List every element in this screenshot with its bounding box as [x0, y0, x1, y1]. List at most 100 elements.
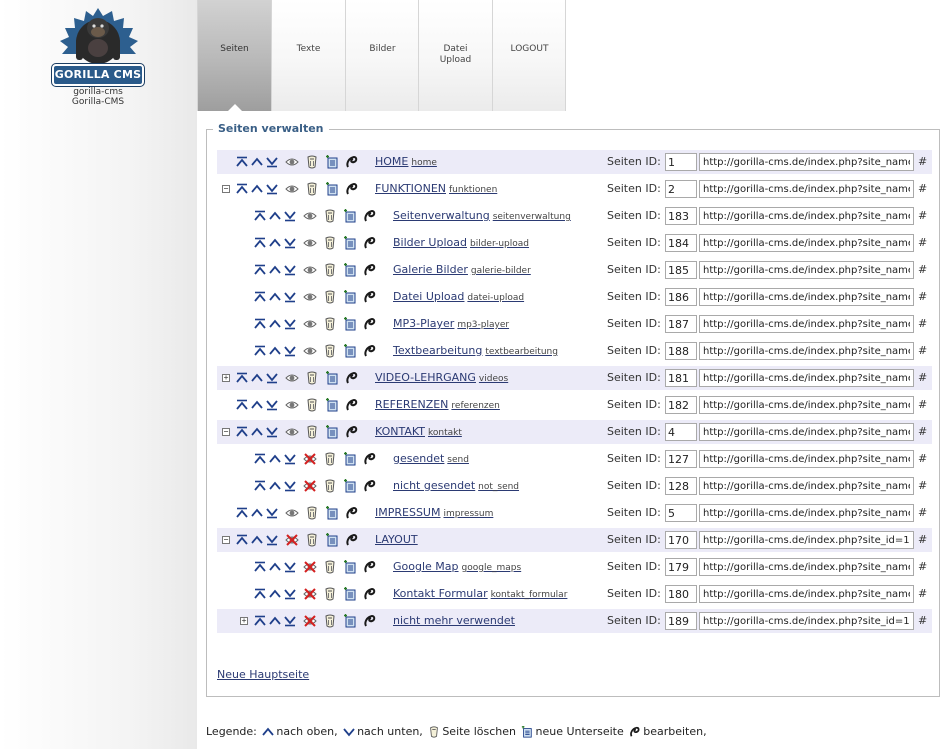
- page-title-link[interactable]: Google Map google_maps: [393, 555, 521, 580]
- delete-page-icon[interactable]: [323, 236, 337, 250]
- move-top-icon[interactable]: [253, 344, 267, 358]
- move-up-icon[interactable]: [250, 398, 264, 412]
- move-top-icon[interactable]: [253, 209, 267, 223]
- delete-page-icon[interactable]: [305, 371, 319, 385]
- delete-page-icon[interactable]: [305, 398, 319, 412]
- page-title-link[interactable]: Textbearbeitung textbearbeitung: [393, 339, 558, 364]
- move-top-icon[interactable]: [235, 533, 249, 547]
- delete-page-icon[interactable]: [323, 452, 337, 466]
- new-subpage-icon[interactable]: [343, 614, 357, 628]
- anchor-link[interactable]: #: [918, 258, 927, 282]
- anchor-link[interactable]: #: [918, 285, 927, 309]
- hidden-icon[interactable]: [303, 587, 317, 601]
- visibility-icon[interactable]: [285, 425, 299, 439]
- move-bottom-icon[interactable]: [283, 290, 297, 304]
- move-top-icon[interactable]: [235, 371, 249, 385]
- collapse-icon[interactable]: −: [222, 536, 230, 544]
- edit-page-icon[interactable]: [363, 587, 377, 601]
- move-up-icon[interactable]: [268, 587, 282, 601]
- edit-page-icon[interactable]: [345, 398, 359, 412]
- anchor-link[interactable]: #: [918, 393, 927, 417]
- logo[interactable]: GORILLA CMS: [51, 6, 145, 87]
- delete-page-icon[interactable]: [323, 587, 337, 601]
- page-title-link[interactable]: FUNKTIONEN funktionen: [375, 177, 497, 202]
- move-top-icon[interactable]: [235, 182, 249, 196]
- tab-datei-upload[interactable]: Datei Upload: [418, 0, 492, 111]
- move-up-icon[interactable]: [250, 182, 264, 196]
- new-subpage-icon[interactable]: [343, 560, 357, 574]
- delete-page-icon[interactable]: [323, 263, 337, 277]
- page-id-input[interactable]: [665, 423, 697, 441]
- move-top-icon[interactable]: [253, 452, 267, 466]
- page-id-input[interactable]: [665, 153, 697, 171]
- move-bottom-icon[interactable]: [283, 479, 297, 493]
- edit-page-icon[interactable]: [363, 209, 377, 223]
- hidden-icon[interactable]: [303, 479, 317, 493]
- move-up-icon[interactable]: [250, 155, 264, 169]
- move-bottom-icon[interactable]: [283, 614, 297, 628]
- new-subpage-icon[interactable]: [325, 155, 339, 169]
- hidden-icon[interactable]: [303, 560, 317, 574]
- page-url-input[interactable]: [699, 288, 914, 306]
- visibility-icon[interactable]: [285, 371, 299, 385]
- edit-page-icon[interactable]: [345, 425, 359, 439]
- move-top-icon[interactable]: [253, 479, 267, 493]
- page-id-input[interactable]: [665, 504, 697, 522]
- page-title-link[interactable]: MP3-Player mp3-player: [393, 312, 509, 337]
- page-id-input[interactable]: [665, 369, 697, 387]
- page-id-input[interactable]: [665, 207, 697, 225]
- move-top-icon[interactable]: [253, 236, 267, 250]
- new-subpage-icon[interactable]: [343, 452, 357, 466]
- visibility-icon[interactable]: [303, 263, 317, 277]
- anchor-link[interactable]: #: [918, 582, 927, 606]
- move-top-icon[interactable]: [235, 398, 249, 412]
- page-title-link[interactable]: KONTAKT kontakt: [375, 420, 462, 445]
- new-subpage-icon[interactable]: [343, 290, 357, 304]
- visibility-icon[interactable]: [285, 398, 299, 412]
- delete-page-icon[interactable]: [305, 506, 319, 520]
- move-top-icon[interactable]: [253, 290, 267, 304]
- move-bottom-icon[interactable]: [265, 506, 279, 520]
- page-url-input[interactable]: [699, 504, 914, 522]
- move-up-icon[interactable]: [268, 344, 282, 358]
- move-bottom-icon[interactable]: [265, 425, 279, 439]
- delete-page-icon[interactable]: [323, 614, 337, 628]
- expand-icon[interactable]: +: [240, 617, 248, 625]
- page-url-input[interactable]: [699, 342, 914, 360]
- edit-page-icon[interactable]: [363, 263, 377, 277]
- move-up-icon[interactable]: [268, 263, 282, 277]
- move-bottom-icon[interactable]: [265, 371, 279, 385]
- page-id-input[interactable]: [665, 585, 697, 603]
- page-url-input[interactable]: [699, 531, 914, 549]
- new-subpage-icon[interactable]: [343, 209, 357, 223]
- anchor-link[interactable]: #: [918, 231, 927, 255]
- edit-page-icon[interactable]: [345, 506, 359, 520]
- delete-page-icon[interactable]: [323, 344, 337, 358]
- move-top-icon[interactable]: [253, 560, 267, 574]
- edit-page-icon[interactable]: [363, 317, 377, 331]
- edit-page-icon[interactable]: [345, 371, 359, 385]
- page-url-input[interactable]: [699, 585, 914, 603]
- anchor-link[interactable]: #: [918, 501, 927, 525]
- edit-page-icon[interactable]: [363, 479, 377, 493]
- visibility-icon[interactable]: [285, 155, 299, 169]
- anchor-link[interactable]: #: [918, 177, 927, 201]
- anchor-link[interactable]: #: [918, 447, 927, 471]
- page-title-link[interactable]: Galerie Bilder galerie-bilder: [393, 258, 531, 283]
- page-id-input[interactable]: [665, 612, 697, 630]
- page-url-input[interactable]: [699, 315, 914, 333]
- anchor-link[interactable]: #: [918, 339, 927, 363]
- move-up-icon[interactable]: [268, 317, 282, 331]
- move-bottom-icon[interactable]: [283, 344, 297, 358]
- edit-page-icon[interactable]: [345, 533, 359, 547]
- page-url-input[interactable]: [699, 234, 914, 252]
- anchor-link[interactable]: #: [918, 312, 927, 336]
- edit-page-icon[interactable]: [363, 614, 377, 628]
- move-up-icon[interactable]: [268, 290, 282, 304]
- tab-bilder[interactable]: Bilder: [345, 0, 419, 111]
- new-subpage-icon[interactable]: [343, 479, 357, 493]
- new-subpage-icon[interactable]: [343, 344, 357, 358]
- page-url-input[interactable]: [699, 423, 914, 441]
- new-subpage-icon[interactable]: [343, 236, 357, 250]
- delete-page-icon[interactable]: [323, 479, 337, 493]
